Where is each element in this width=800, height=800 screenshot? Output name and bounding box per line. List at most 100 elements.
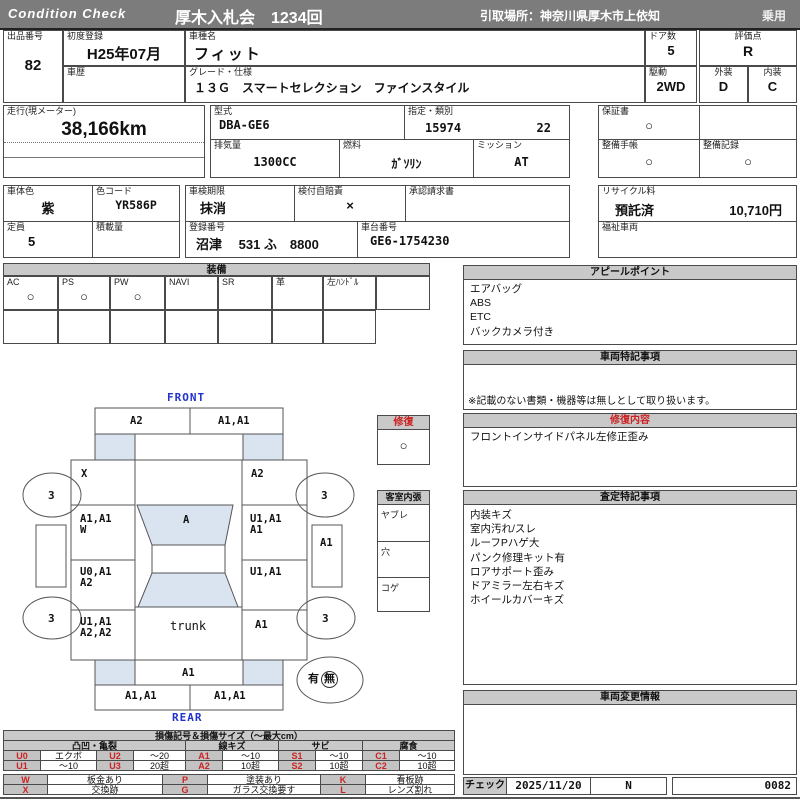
bottom-rule [0,797,800,799]
door-front-right: U1,A1 A1 [250,513,282,536]
equipment-col-ac: AC ○ [3,276,58,310]
fender-left: X [81,468,88,480]
drive-label: 駆動 [649,67,668,77]
front-label: FRONT [167,391,206,404]
equipment-label: 左ﾊﾝﾄﾞﾙ [327,277,359,287]
front-bumper-left: A2 [130,415,143,427]
insurance-cell: 検付自賠責 × [294,185,406,222]
door-rear-left-code2: A2 [80,577,93,590]
appeal-item: ABS [470,297,492,310]
warranty-spare-cell [699,105,797,140]
assessment-item: ロアサポート歪み [470,565,554,578]
door-front-left-mark: W [80,524,87,537]
pickup-location: 引取場所：神奈川県厚木市上依知 [480,9,661,23]
equipment-label: PW [114,277,129,287]
equipment-empty-cell [218,310,272,344]
chassis-cell: 車台番号 GE6-1754230 [357,221,570,258]
legend-code: L [320,784,366,795]
tire-front-right: 3 [321,489,328,502]
vehicle-category: 乗用 [762,9,787,23]
interior-grade-cell: 内装 C [748,66,797,103]
legend-code: G [162,784,208,795]
change-info-title: 車両変更情報 [464,691,796,705]
equipment-col-sr: SR [218,276,272,310]
displacement-cell: 排気量 1300CC [210,139,340,178]
interior-trim-title: 客室内張 [378,491,429,505]
rear-panel-code: A1 [182,667,195,679]
interior-grade-value: C [767,78,778,94]
equipment-empty-cell [110,310,165,344]
body-color-value: 紫 [41,200,55,216]
equipment-mark: ○ [26,288,35,304]
model-code-label: 型式 [214,106,233,116]
welfare-cell: 福祉車両 [598,221,797,258]
sheet-number: 0082 [764,779,792,792]
grade-label: グレード・仕様 [189,67,253,77]
check-label: チェック [465,780,505,791]
repair-mark: ○ [399,438,408,453]
brand-logo: Condition Check [8,6,127,21]
first-registration-cell: 型式 初度登録 H25年07月 [63,30,185,66]
check-date: 2025/11/20 [515,779,582,792]
model-name-cell: 車種名 フィット [185,30,645,66]
first-reg-value: H25年07月 [86,45,162,63]
door-rear-right: U1,A1 [250,566,282,578]
score-value: R [742,42,754,59]
history-label: 車歴 [67,67,86,77]
doors-value: 5 [667,42,675,58]
repair-mark-title: 修復 [378,416,429,430]
equipment-label: AC [7,277,20,287]
interior-trim-item: コゲ [381,583,400,593]
inspection-value: 抹消 [200,200,227,216]
quarter-right: A1 [255,619,268,631]
load-cell: 積載量 [92,221,180,258]
change-info-box: 車両変更情報 [463,690,797,775]
transmission-value: AT [514,154,529,169]
legend-desc: 10超 [222,760,279,771]
appeal-box: アピールポイント エアバッグ ABS ETC バックカメラ付き [463,265,797,345]
equipment-table: 装備 AC ○ PS ○ PW ○ NAVI SR 革 左ﾊﾝﾄﾞﾙ [3,263,430,345]
rear-bumper-right: A1,A1 [214,690,246,702]
assessment-box: 査定特記事項 内装キズ 室内汚れ/スレ ルーフPハゲ大 パンク修理キット有 ロア… [463,490,797,685]
sill-right-code: A1 [320,537,333,549]
insurance-label: 検付自賠責 [298,186,344,196]
body-color-label: 車体色 [7,186,35,196]
assessment-item: ルーフPハゲ大 [470,537,540,550]
maintenance-book-mark: ○ [645,153,653,169]
legend-desc: ガラス交換要す [207,784,321,795]
class-value-1: 15974 [425,121,462,135]
maintenance-book-label: 整備手帳 [602,140,639,150]
doors-cell: ドア数 5 [645,30,697,66]
reg-number-cell: 登録番号 沼津 531 ふ 8800 [185,221,358,258]
transmission-cell: ミッション AT [473,139,570,178]
class-cell: 指定・類別 15974 22 [404,105,570,140]
color-code-label: 色コード [96,186,133,196]
displacement-label: 排気量 [214,140,242,150]
equipment-label: SR [222,277,235,287]
equipment-label: PS [62,277,75,287]
legend-desc: 10超 [315,760,363,771]
legend-desc: レンズ割れ [365,784,455,795]
assessment-item: パンク修理キット有 [470,551,566,564]
legend-code: A2 [185,760,223,771]
divider [4,157,204,158]
equipment-title: 装備 [3,263,430,276]
door-rear-left: U0,A1 A2 [80,566,112,590]
recycle-fee: 10,710円 [729,203,782,218]
warranty-label: 保証書 [602,106,630,116]
legend-desc: 交換跡 [47,784,163,795]
doors-label: ドア数 [649,31,677,41]
interior-trim-box: 客室内張 ヤブレ 穴 コゲ [377,490,430,612]
equipment-empty-cell [323,310,376,344]
chassis-label: 車台番号 [361,222,398,232]
maintenance-record-label: 整備記録 [703,140,740,150]
maintenance-record-mark: ○ [744,153,752,169]
legend-desc: 10超 [399,760,455,771]
appeal-item: バックカメラ付き [470,325,554,338]
displacement-value: 1300CC [253,154,297,169]
fuel-value: ｶﾞｿﾘﾝ [391,156,422,171]
spare-tire-indicator: 有無 [308,670,338,688]
tire-rear-left: 3 [48,612,55,625]
maintenance-book-cell: 整備手帳 ○ [598,139,700,178]
body-color-cell: 車体色 紫 [3,185,93,222]
